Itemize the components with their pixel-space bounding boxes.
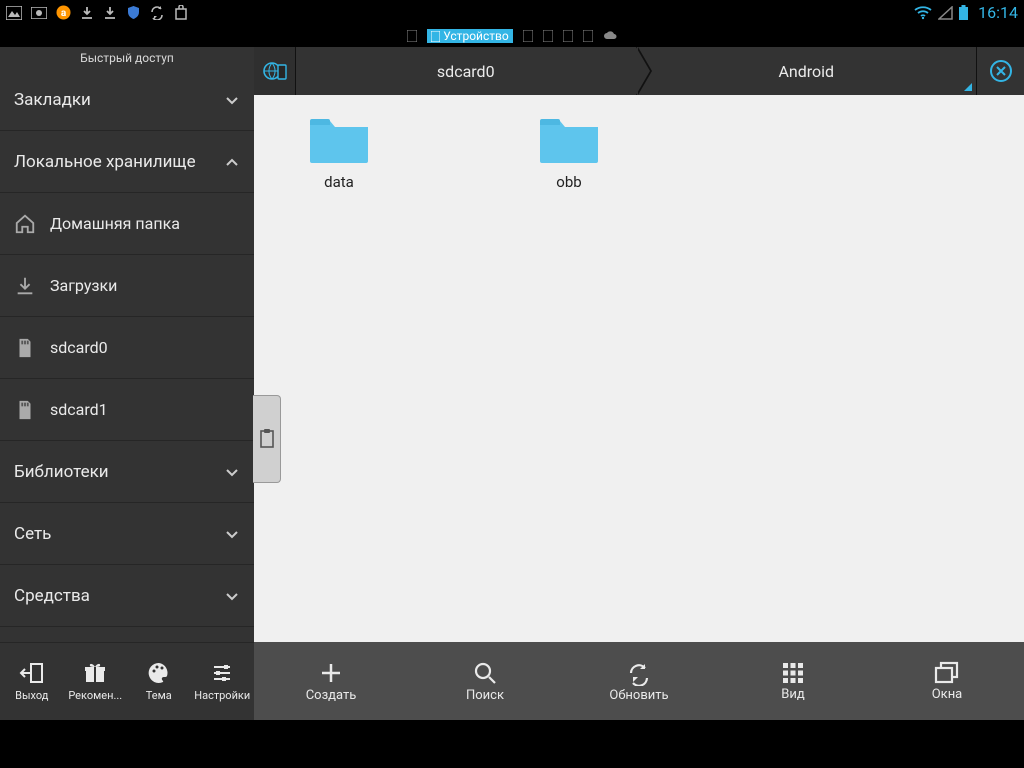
palette-icon: [147, 661, 171, 685]
exit-button[interactable]: Выход: [0, 643, 64, 720]
sdcard-icon: [14, 337, 36, 359]
sidebar-section-network[interactable]: Сеть: [0, 503, 254, 565]
sliders-icon: [210, 661, 234, 685]
chevron-down-icon: [224, 588, 240, 604]
sidebar-item-sdcard1[interactable]: sdcard1: [0, 379, 254, 441]
download-icon: [14, 275, 36, 297]
sidebar-section-local[interactable]: Локальное хранилище: [0, 131, 254, 193]
breadcrumb-seg-sdcard0[interactable]: sdcard0: [296, 47, 636, 95]
battery-icon: [959, 5, 968, 20]
tab-device-active[interactable]: Устройство: [427, 29, 512, 43]
home-icon: [14, 213, 36, 235]
exit-icon: [19, 661, 45, 685]
breadcrumb: sdcard0 Android: [254, 47, 1024, 95]
main-panel: sdcard0 Android data obb: [254, 47, 1024, 720]
android-statusbar: a 16:14: [0, 0, 1024, 25]
sidebar-section-libraries[interactable]: Библиотеки: [0, 441, 254, 503]
tab-device-icon[interactable]: [523, 30, 533, 42]
search-icon: [472, 660, 498, 686]
tab-device-icon[interactable]: [543, 30, 553, 42]
chevron-up-icon: [224, 154, 240, 170]
tab-device-icon[interactable]: [563, 30, 573, 42]
folder-icon: [308, 113, 370, 165]
sdcard-icon: [14, 399, 36, 421]
sidebar-item-downloads[interactable]: Загрузки: [0, 255, 254, 317]
chevron-down-icon: [224, 92, 240, 108]
svg-text:a: a: [61, 8, 67, 19]
folder-label: obb: [556, 173, 581, 191]
recommend-button[interactable]: Рекомен...: [64, 643, 128, 720]
camera-icon: [31, 7, 47, 19]
window-tabbar: Устройство: [0, 25, 1024, 47]
folder-obb[interactable]: obb: [514, 113, 624, 191]
breadcrumb-close-button[interactable]: [976, 47, 1024, 95]
windows-button[interactable]: Окна: [870, 642, 1024, 720]
sidebar-bottom-toolbar: Выход Рекомен... Тема Настройки: [0, 642, 254, 720]
sidebar-title: Быстрый доступ: [0, 47, 254, 69]
create-button[interactable]: Создать: [254, 642, 408, 720]
refresh-button[interactable]: Обновить: [562, 642, 716, 720]
clipboard-icon: [259, 429, 275, 449]
chevron-down-icon: [224, 464, 240, 480]
tab-device-icon[interactable]: [583, 30, 593, 42]
chevron-down-icon: [224, 526, 240, 542]
sidebar-item-sdcard0[interactable]: sdcard0: [0, 317, 254, 379]
grid-icon: [781, 661, 805, 685]
sidebar-item-home[interactable]: Домашняя папка: [0, 193, 254, 255]
gift-icon: [83, 661, 107, 685]
sidebar-section-tools[interactable]: Средства: [0, 565, 254, 627]
bag-icon: [174, 5, 188, 20]
clipboard-drawer-handle[interactable]: [253, 395, 281, 483]
download-icon: [80, 6, 94, 20]
main-toolbar: Создать Поиск Обновить Вид Окна: [254, 642, 1024, 720]
search-button[interactable]: Поиск: [408, 642, 562, 720]
close-icon: [989, 59, 1013, 83]
windows-icon: [934, 661, 960, 685]
view-button[interactable]: Вид: [716, 642, 870, 720]
theme-button[interactable]: Тема: [127, 643, 191, 720]
sidebar-section-bookmarks[interactable]: Закладки: [0, 69, 254, 131]
sidebar: Быстрый доступ Закладки Локальное хранил…: [0, 47, 254, 720]
app-icon: a: [56, 5, 71, 20]
gallery-icon: [6, 6, 22, 20]
folder-icon: [538, 113, 600, 165]
clock: 16:14: [978, 3, 1018, 22]
tab-device-icon: [407, 30, 417, 42]
refresh-icon: [626, 660, 652, 686]
wifi-icon: [914, 6, 932, 20]
shield-icon: [126, 5, 141, 20]
breadcrumb-seg-android[interactable]: Android: [636, 47, 977, 95]
tab-cloud-icon[interactable]: [603, 31, 617, 41]
signal-icon: [938, 6, 953, 20]
globe-device-icon: [263, 60, 287, 82]
folder-grid[interactable]: data obb: [254, 95, 1024, 642]
folder-label: data: [324, 173, 354, 191]
breadcrumb-home-button[interactable]: [254, 47, 296, 95]
settings-button[interactable]: Настройки: [191, 643, 255, 720]
sync-icon: [150, 5, 165, 20]
plus-icon: [318, 660, 344, 686]
folder-data[interactable]: data: [284, 113, 394, 191]
download-icon: [103, 6, 117, 20]
